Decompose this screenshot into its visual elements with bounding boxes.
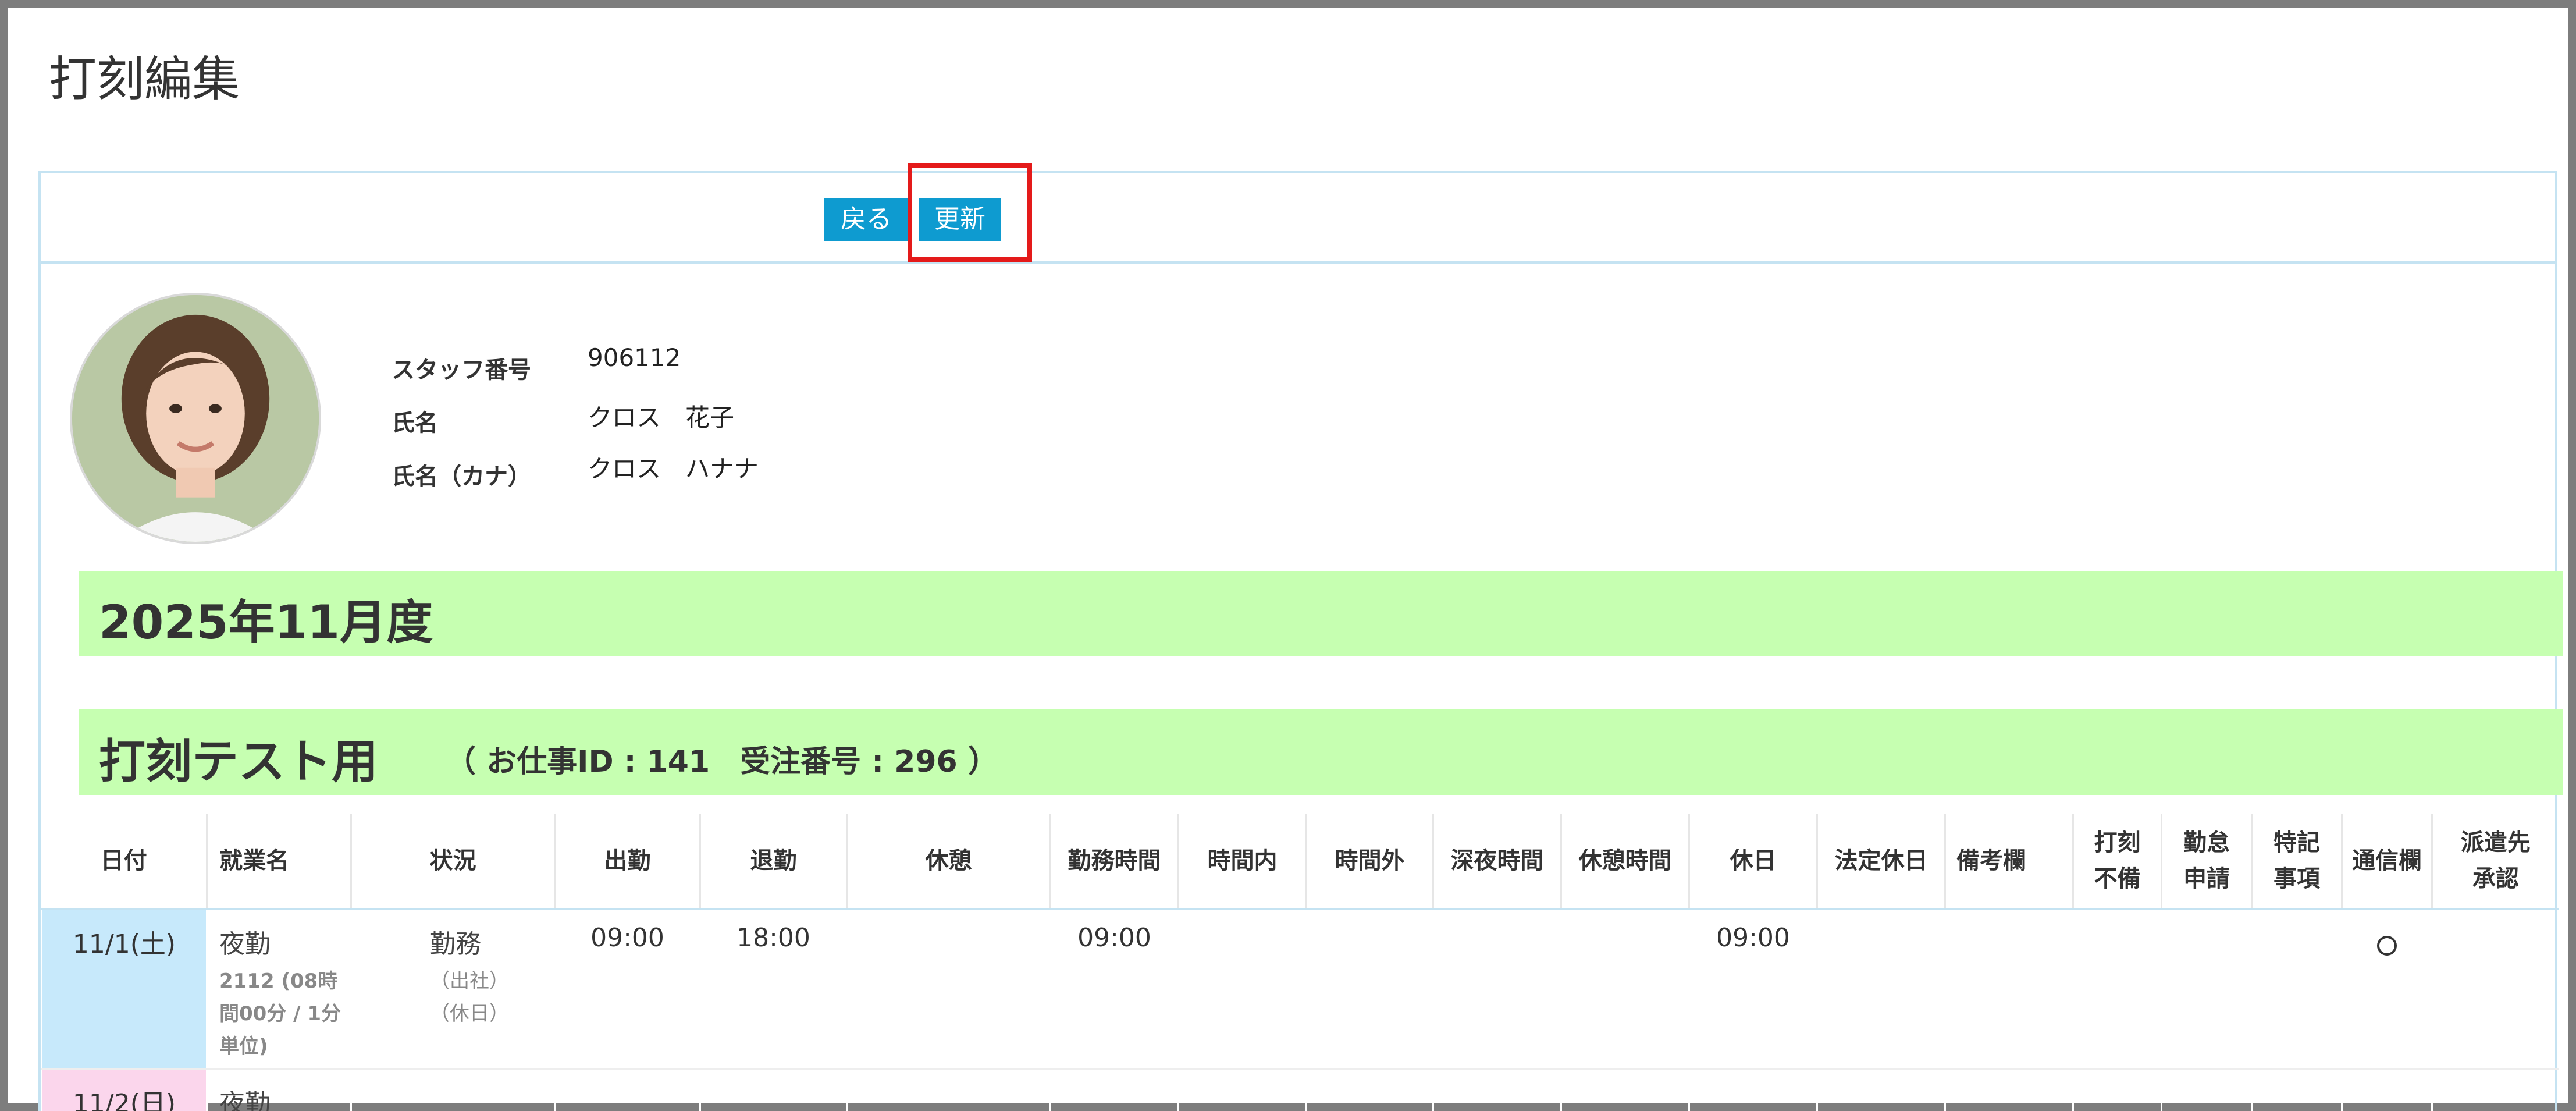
row-special	[2251, 909, 2342, 1070]
col-header-holiday: 休日	[1688, 814, 1817, 910]
staff-number-value: 906112	[588, 343, 681, 372]
row-status: 勤務 （出社） （休日）	[350, 909, 555, 1070]
staff-name-value: クロス 花子	[588, 403, 735, 432]
staff-name-label: 氏名	[392, 410, 438, 436]
row-job: 夜勤	[206, 1069, 351, 1111]
staff-avatar	[70, 293, 321, 544]
toolbar: 戻る 更新	[41, 163, 2555, 264]
col-header-remarks: 備考欄	[1944, 814, 2073, 910]
col-header-dispatch: 派遣先 承認	[2431, 814, 2559, 910]
row-job-name: 夜勤	[219, 1088, 271, 1111]
col-header-legal-holiday: 法定休日	[1816, 814, 1945, 910]
update-button[interactable]: 更新	[919, 198, 1001, 241]
row-clock-in[interactable]: 09:00	[554, 909, 700, 1070]
row-work-hours: 09:00	[1049, 909, 1179, 1070]
col-header-request-line2: 申請	[2183, 865, 2230, 892]
row-job: 夜勤 2112 (08時間00分 / 1分単位)	[206, 909, 351, 1070]
row-status-sub-1: （出社）	[430, 970, 509, 993]
row-date[interactable]: 11/1(土)	[41, 909, 207, 1070]
job-title: 打刻テスト用	[99, 734, 378, 789]
row-clock-out[interactable]: 18:00	[699, 909, 847, 1070]
row-legal-holiday	[1816, 909, 1945, 1070]
row-break-hours	[1560, 909, 1689, 1070]
col-header-break: 休憩	[846, 814, 1051, 910]
row-dispatch	[2431, 909, 2559, 1070]
col-header-missing-line2: 不備	[2094, 865, 2141, 892]
row-within-hours	[1177, 909, 1307, 1070]
col-header-special: 特記 事項	[2251, 814, 2342, 910]
col-header-missing: 打刻 不備	[2072, 814, 2162, 910]
main-panel: 戻る 更新 スタッフ番号 906112 氏名 クロス 花子 氏名（カナ） クロス…	[38, 163, 2563, 1111]
row-status-main: 勤務	[430, 929, 481, 959]
row-comm[interactable]	[2341, 909, 2432, 1070]
table-row: 11/2(日) 夜勤	[41, 1069, 2559, 1111]
col-header-request-line1: 勤怠	[2183, 829, 2230, 856]
col-header-dispatch-line1: 派遣先	[2460, 829, 2531, 856]
col-header-request: 勤怠 申請	[2161, 814, 2252, 910]
row-late-night	[1432, 909, 1561, 1070]
row-date[interactable]: 11/2(日)	[41, 1069, 207, 1111]
col-header-break-hours: 休憩時間	[1560, 814, 1689, 910]
col-header-dispatch-line2: 承認	[2472, 865, 2519, 892]
col-header-work-hours: 勤務時間	[1049, 814, 1179, 910]
col-header-within-hours: 時間内	[1177, 814, 1307, 910]
window-frame: 打刻編集 戻る 更新 スタッフ番号 906112 氏名 クロス 花子 氏名（カナ…	[0, 0, 2576, 1111]
col-header-date: 日付	[41, 814, 207, 910]
job-header: 打刻テスト用 （ お仕事ID : 141 受注番号 : 296 ）	[79, 709, 2563, 795]
col-header-overtime: 時間外	[1305, 814, 1433, 910]
row-holiday: 09:00	[1688, 909, 1817, 1070]
comm-circle-icon[interactable]	[2377, 936, 2397, 956]
table-row: 11/1(土) 夜勤 2112 (08時間00分 / 1分単位) 勤務 （出社）…	[41, 909, 2559, 1070]
back-button[interactable]: 戻る	[824, 198, 908, 241]
period-title: 2025年11月度	[99, 595, 433, 649]
row-status-sub-2: （休日）	[430, 1002, 509, 1026]
period-header: 2025年11月度	[79, 571, 2563, 656]
avatar-image	[72, 295, 319, 542]
staff-kana-label: 氏名（カナ）	[392, 463, 531, 490]
col-header-comm: 通信欄	[2341, 814, 2432, 910]
row-overtime	[1305, 909, 1433, 1070]
attendance-table: 日付 就業名 状況 出勤 退勤 休憩 勤務時間 時間内 時間外 深夜時間 休憩時…	[41, 814, 2559, 1111]
col-header-missing-line1: 打刻	[2094, 829, 2141, 856]
col-header-clock-in: 出勤	[554, 814, 700, 910]
table-header-row: 日付 就業名 状況 出勤 退勤 休憩 勤務時間 時間内 時間外 深夜時間 休憩時…	[41, 814, 2559, 910]
row-remarks[interactable]	[1944, 909, 2073, 1070]
row-request	[2161, 909, 2252, 1070]
staff-number-label: スタッフ番号	[392, 357, 531, 384]
row-break[interactable]	[846, 909, 1051, 1070]
col-header-job: 就業名	[206, 814, 351, 910]
page-title: 打刻編集	[49, 52, 240, 107]
col-header-special-line2: 事項	[2273, 865, 2320, 892]
col-header-status: 状況	[350, 814, 555, 910]
col-header-late-night: 深夜時間	[1432, 814, 1561, 910]
row-job-name: 夜勤	[219, 929, 271, 959]
col-header-clock-out: 退勤	[699, 814, 847, 910]
row-missing	[2072, 909, 2162, 1070]
row-job-detail: 2112 (08時間00分 / 1分単位)	[219, 970, 341, 1059]
job-meta: （ お仕事ID : 141 受注番号 : 296 ）	[446, 744, 998, 779]
col-header-special-line1: 特記	[2273, 829, 2320, 856]
staff-kana-value: クロス ハナナ	[588, 455, 759, 483]
